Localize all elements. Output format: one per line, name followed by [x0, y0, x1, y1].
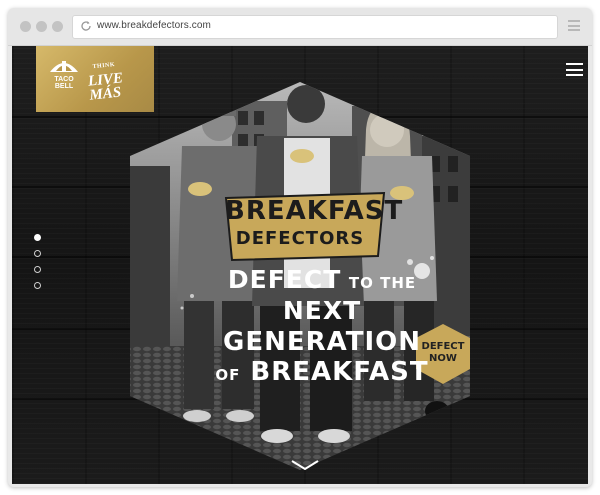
badge-line-1: BREAKFAST — [225, 196, 404, 226]
browser-window: www.breakdefectors.com TACO BELL THINK L… — [8, 8, 592, 487]
defect-now-button[interactable]: DEFECT NOW — [416, 324, 470, 384]
pager-dot-4[interactable] — [34, 282, 41, 289]
headline-word-next: NEXT — [282, 296, 362, 325]
pager-dot-2[interactable] — [34, 250, 41, 257]
logo-wordmark: TACO BELL — [54, 76, 74, 90]
chevron-down-icon[interactable] — [291, 460, 319, 470]
pager-dot-1[interactable] — [34, 234, 41, 241]
headline-word-generation: GENERATION — [222, 327, 422, 357]
headline-word-defect: DEFECT — [227, 265, 342, 294]
headline-word-to-the: TO THE — [348, 274, 417, 292]
hamburger-icon[interactable] — [566, 63, 583, 76]
site-viewport: TACO BELL THINK LIVE MÁS BREAKFAST DEFEC… — [12, 46, 588, 484]
window-minimize-dot[interactable] — [36, 21, 47, 32]
browser-menu-icon[interactable] — [568, 20, 580, 31]
cta-line-2: NOW — [429, 353, 457, 364]
hero-headline: DEFECT TO THE NEXT GENERATION OF BREAKFA… — [192, 266, 452, 390]
logo-tagline: THINK LIVE MÁS — [87, 61, 124, 104]
badge-line-2: DEFECTORS — [235, 228, 365, 249]
browser-toolbar: www.breakdefectors.com — [8, 8, 592, 46]
window-zoom-dot[interactable] — [52, 21, 63, 32]
reload-icon[interactable] — [80, 20, 92, 32]
section-pager — [34, 234, 41, 298]
window-close-dot[interactable] — [20, 21, 31, 32]
cta-line-1: DEFECT — [421, 341, 465, 352]
address-bar[interactable]: www.breakdefectors.com — [72, 15, 558, 39]
pager-dot-3[interactable] — [34, 266, 41, 273]
headline-word-breakfast: BREAKFAST — [250, 357, 429, 387]
url-text: www.breakdefectors.com — [97, 20, 211, 31]
headline-word-of: OF — [215, 366, 241, 384]
taco-bell-logo[interactable]: TACO BELL THINK LIVE MÁS — [36, 46, 154, 112]
breakfast-defectors-badge: BREAKFAST DEFECTORS — [219, 192, 404, 260]
